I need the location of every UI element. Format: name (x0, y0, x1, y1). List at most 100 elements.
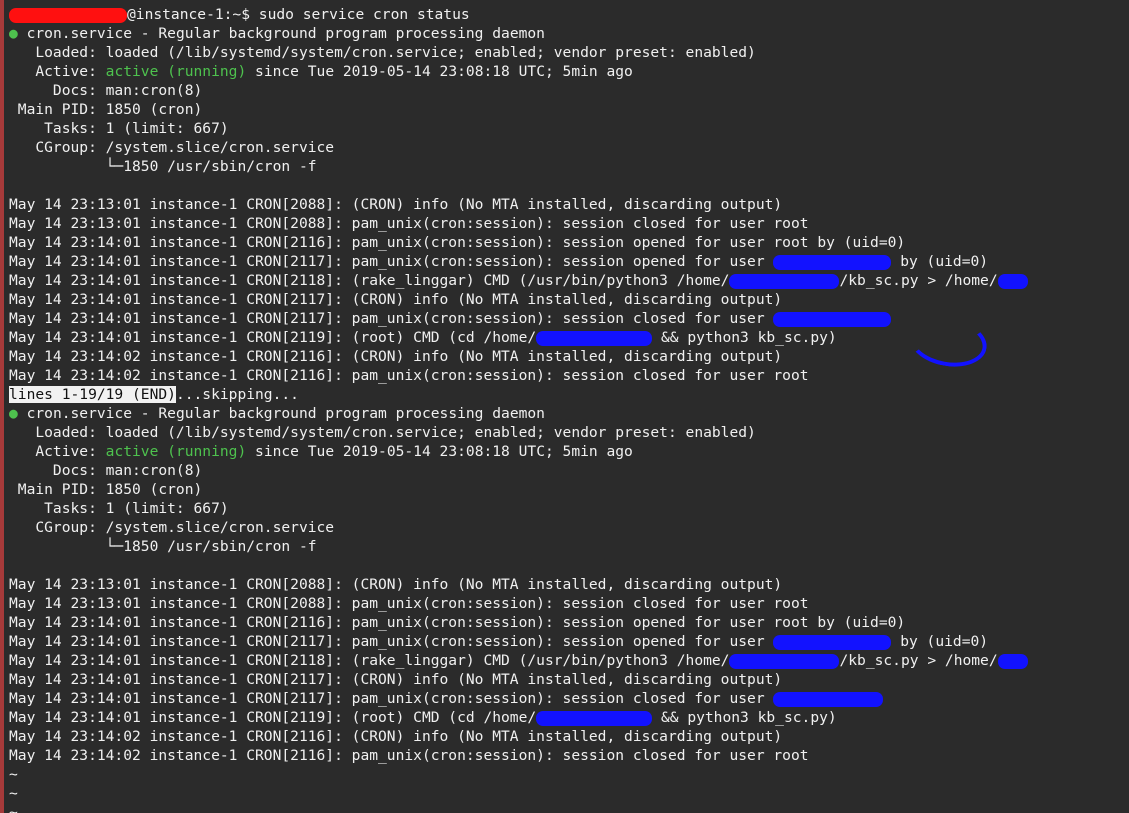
line-text: May 14 23:13:01 instance-1 CRON[2088]: (… (9, 196, 783, 213)
terminal-line: May 14 23:14:01 instance-1 CRON[2119]: (… (9, 328, 1028, 347)
terminal-line: @instance-1:~$ sudo service cron status (9, 5, 1028, 24)
terminal-line: └─1850 /usr/sbin/cron -f (9, 537, 1028, 556)
terminal-line: CGroup: /system.slice/cron.service (9, 138, 1028, 157)
terminal-line: May 14 23:14:01 instance-1 CRON[2117]: (… (9, 670, 1028, 689)
terminal-line: May 14 23:14:02 instance-1 CRON[2116]: (… (9, 727, 1028, 746)
terminal-line: May 14 23:14:02 instance-1 CRON[2116]: p… (9, 746, 1028, 765)
line-text: Main PID: 1850 (cron) (9, 101, 203, 118)
line-text: ...skipping... (175, 386, 299, 403)
redaction-mark (536, 330, 653, 346)
line-text: active (running) (105, 443, 247, 460)
terminal-line: ~ (9, 803, 1028, 813)
terminal-line: May 14 23:14:02 instance-1 CRON[2116]: p… (9, 366, 1028, 385)
terminal-line: May 14 23:14:02 instance-1 CRON[2116]: (… (9, 347, 1028, 366)
terminal-line: May 14 23:14:01 instance-1 CRON[2118]: (… (9, 651, 1028, 670)
line-text: May 14 23:13:01 instance-1 CRON[2088]: p… (9, 595, 809, 612)
terminal-line: May 14 23:13:01 instance-1 CRON[2088]: p… (9, 594, 1028, 613)
terminal-line: May 14 23:14:01 instance-1 CRON[2118]: (… (9, 271, 1028, 290)
terminal-line: ~ (9, 784, 1028, 803)
terminal-line: May 14 23:14:01 instance-1 CRON[2117]: p… (9, 632, 1028, 651)
line-text: && python3 kb_sc.py) (652, 329, 837, 346)
terminal-line: Main PID: 1850 (cron) (9, 100, 1028, 119)
line-text: Active: (9, 63, 106, 80)
line-text: May 14 23:14:01 instance-1 CRON[2117]: p… (9, 690, 774, 707)
line-text: since Tue 2019-05-14 23:08:18 UTC; 5min … (246, 63, 633, 80)
line-text: Docs: man:cron(8) (9, 82, 203, 99)
line-text: May 14 23:14:02 instance-1 CRON[2116]: p… (9, 367, 809, 384)
line-text: Tasks: 1 (limit: 667) (9, 500, 229, 517)
redaction-mark (729, 653, 840, 669)
terminal-line: May 14 23:14:01 instance-1 CRON[2116]: p… (9, 233, 1028, 252)
line-text: /kb_sc.py > /home/ (839, 652, 998, 669)
terminal-window[interactable]: @instance-1:~$ sudo service cron status ●… (0, 0, 1129, 813)
line-text: && python3 kb_sc.py) (652, 709, 837, 726)
terminal-line: May 14 23:14:01 instance-1 CRON[2117]: p… (9, 252, 1028, 271)
line-text: May 14 23:14:01 instance-1 CRON[2118]: (… (9, 272, 730, 289)
terminal-line: ● cron.service - Regular background prog… (9, 24, 1028, 43)
line-text: Docs: man:cron(8) (9, 462, 203, 479)
line-text: May 14 23:14:02 instance-1 CRON[2116]: (… (9, 728, 783, 745)
redaction-mark (773, 634, 892, 650)
line-text: May 14 23:14:01 instance-1 CRON[2119]: (… (9, 329, 537, 346)
line-text: Loaded: loaded (/lib/systemd/system/cron… (9, 44, 756, 61)
line-text: May 14 23:14:01 instance-1 CRON[2118]: (… (9, 652, 730, 669)
terminal-line: ● cron.service - Regular background prog… (9, 404, 1028, 423)
line-text: Active: (9, 443, 106, 460)
redaction-mark (536, 710, 653, 726)
line-text: cron.service - Regular background progra… (17, 25, 545, 42)
line-text: ~ (9, 785, 18, 802)
line-text: ~ (9, 766, 18, 783)
terminal-line: May 14 23:13:01 instance-1 CRON[2088]: (… (9, 195, 1028, 214)
line-text: └─1850 /usr/sbin/cron -f (9, 158, 317, 175)
line-text: /kb_sc.py > /home/ (839, 272, 998, 289)
line-text: May 14 23:14:01 instance-1 CRON[2116]: p… (9, 614, 906, 631)
line-text: May 14 23:14:01 instance-1 CRON[2117]: p… (9, 633, 774, 650)
terminal-line: May 14 23:14:01 instance-1 CRON[2119]: (… (9, 708, 1028, 727)
line-text: May 14 23:14:02 instance-1 CRON[2116]: (… (9, 348, 783, 365)
line-text: └─1850 /usr/sbin/cron -f (9, 538, 317, 555)
line-text: by (uid=0) (891, 253, 989, 270)
terminal-line: May 14 23:14:01 instance-1 CRON[2116]: p… (9, 613, 1028, 632)
line-text: CGroup: /system.slice/cron.service (9, 139, 335, 156)
line-text: Loaded: loaded (/lib/systemd/system/cron… (9, 424, 756, 441)
redaction-mark (773, 311, 892, 327)
terminal-line: └─1850 /usr/sbin/cron -f (9, 157, 1028, 176)
redaction-mark (773, 254, 892, 270)
terminal-line: May 14 23:14:01 instance-1 CRON[2117]: p… (9, 309, 1028, 328)
line-text: CGroup: /system.slice/cron.service (9, 519, 335, 536)
terminal-line: May 14 23:14:01 instance-1 CRON[2117]: p… (9, 689, 1028, 708)
line-text: by (uid=0) (891, 633, 989, 650)
redaction-mark (997, 653, 1028, 669)
terminal-line: May 14 23:14:01 instance-1 CRON[2117]: (… (9, 290, 1028, 309)
line-text: cron.service - Regular background progra… (17, 405, 545, 422)
redaction-mark (773, 691, 884, 707)
line-text: May 14 23:13:01 instance-1 CRON[2088]: p… (9, 215, 809, 232)
terminal-line: Active: active (running) since Tue 2019-… (9, 62, 1028, 81)
redaction-mark (9, 7, 127, 23)
terminal-line: Loaded: loaded (/lib/systemd/system/cron… (9, 423, 1028, 442)
terminal-line: Main PID: 1850 (cron) (9, 480, 1028, 499)
line-text: May 14 23:14:01 instance-1 CRON[2117]: (… (9, 291, 783, 308)
line-text: May 14 23:14:01 instance-1 CRON[2117]: p… (9, 310, 774, 327)
terminal-line: ~ (9, 765, 1028, 784)
terminal-line: Tasks: 1 (limit: 667) (9, 119, 1028, 138)
line-text: May 14 23:14:01 instance-1 CRON[2119]: (… (9, 709, 537, 726)
line-text: Tasks: 1 (limit: 667) (9, 120, 229, 137)
terminal-line: Active: active (running) since Tue 2019-… (9, 442, 1028, 461)
terminal-line: May 14 23:13:01 instance-1 CRON[2088]: (… (9, 575, 1028, 594)
line-text: May 14 23:14:01 instance-1 CRON[2117]: p… (9, 253, 774, 270)
terminal-line: Docs: man:cron(8) (9, 461, 1028, 480)
terminal-line: Docs: man:cron(8) (9, 81, 1028, 100)
line-text: active (running) (105, 63, 247, 80)
line-text: May 14 23:14:01 instance-1 CRON[2117]: (… (9, 671, 783, 688)
redaction-mark (729, 273, 840, 289)
terminal-line: Tasks: 1 (limit: 667) (9, 499, 1028, 518)
status-dot-icon: ● (9, 25, 18, 42)
terminal-output: @instance-1:~$ sudo service cron status ●… (9, 5, 1028, 813)
terminal-line: Loaded: loaded (/lib/systemd/system/cron… (9, 43, 1028, 62)
status-dot-icon: ● (9, 405, 18, 422)
line-text: since Tue 2019-05-14 23:08:18 UTC; 5min … (246, 443, 633, 460)
line-text: ~ (9, 804, 18, 813)
